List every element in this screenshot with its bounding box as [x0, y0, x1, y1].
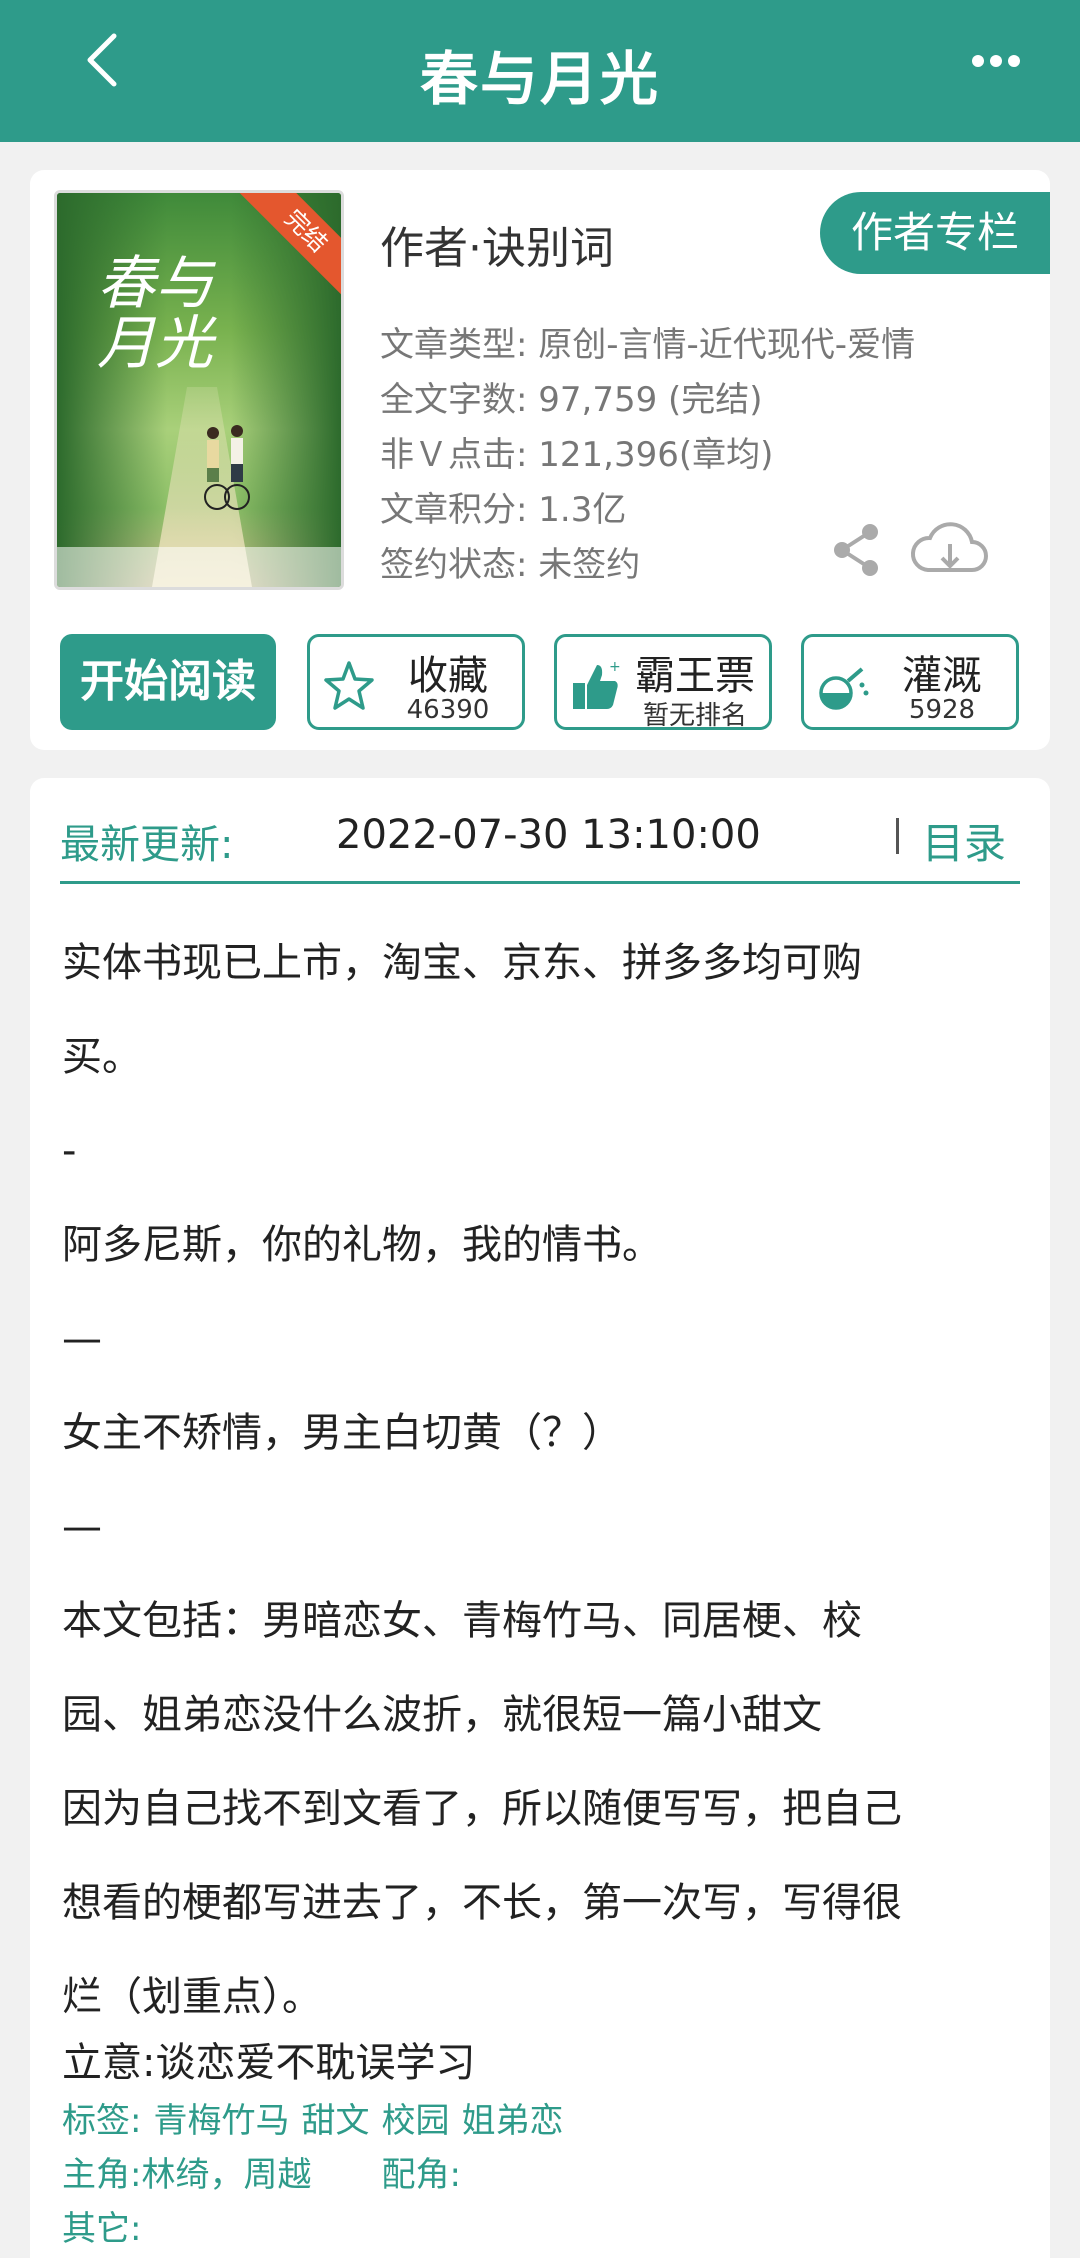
intro-card: 最新更新: 2022-07-30 13:10:00 目录 实体书现已上市，淘宝、… — [30, 778, 1050, 2258]
cover-bottom-band — [57, 547, 341, 587]
intro-line: 因为自己找不到文看了，所以随便写写，把自己 — [62, 1786, 902, 1832]
ticket-rank: 暂无排名 — [642, 701, 747, 731]
intro-line: 想看的梗都写进去了，不长，第一次写，写得很 — [62, 1880, 902, 1926]
latest-update-label: 最新更新: — [60, 822, 234, 868]
nutrient-button[interactable]: 灌溉 5928 — [801, 634, 1019, 730]
thumbs-up-icon: + — [573, 659, 621, 709]
more-icon-dot — [1008, 55, 1020, 67]
nutrient-label: 灌溉 — [902, 653, 982, 699]
download-icon[interactable] — [910, 520, 990, 580]
more-button[interactable] — [972, 52, 1032, 82]
share-icon[interactable] — [830, 522, 882, 578]
intro-line: 烂（划重点）。 — [62, 1974, 322, 2020]
book-info-card: 春与月光 完结 作者·诀别词 作者专栏 文章类型: 原创-言情-近代现代-爱情 … — [30, 170, 1050, 750]
tag-line: 标签: 青梅竹马 甜文 校园 姐弟恋 — [62, 2094, 575, 2148]
divider — [896, 818, 899, 854]
author-column-button[interactable]: 作者专栏 — [820, 192, 1050, 274]
main-roles-label: 主角: — [62, 2155, 142, 2195]
tag-item[interactable]: 校园 — [381, 2101, 449, 2141]
page-title: 春与月光 — [419, 45, 660, 113]
intro-line: 本文包括：男暗恋女、青梅竹马、同居梗、校 — [62, 1598, 862, 1644]
more-icon-dot — [990, 55, 1002, 67]
supporting-roles-label: 配角: — [381, 2155, 461, 2195]
intro-line: 阿多尼斯，你的礼物，我的情书。 — [62, 1222, 662, 1268]
roles-line: 主角:林绮，周越 配角: — [62, 2148, 575, 2202]
intro-text: 实体书现已上市，淘宝、京东、拼多多均可购 买。 - 阿多尼斯，你的礼物，我的情书… — [62, 916, 1020, 2044]
ticket-label: 霸王票 — [635, 653, 755, 699]
more-icon — [972, 55, 984, 67]
latest-update-time: 2022-07-30 13:10:00 — [336, 812, 761, 858]
nutrient-count: 5928 — [908, 695, 976, 725]
author-name[interactable]: 作者·诀别词 — [380, 212, 614, 276]
cover-title: 春与月光 — [97, 249, 214, 377]
intro-line: - — [62, 1128, 77, 1174]
intro-line: 买。 — [62, 1034, 142, 1080]
tags-label: 标签: — [62, 2101, 142, 2141]
intro-line: 女主不矫情，男主白切黄（？） — [62, 1410, 622, 1456]
intent-line: 立意:谈恋爱不耽误学习 — [62, 2040, 476, 2086]
favorite-label: 收藏 — [408, 653, 488, 699]
main-roles: 林绮，周越 — [141, 2155, 312, 2195]
intro-line: 实体书现已上市，淘宝、京东、拼多多均可购 — [62, 940, 862, 986]
ticket-button[interactable]: + 霸王票 暂无排名 — [554, 634, 772, 731]
intro-line: — — [62, 1504, 102, 1550]
top-bar: 春与月光 — [0, 0, 1080, 142]
cover-figures-icon — [204, 425, 250, 510]
star-icon — [324, 661, 374, 710]
meta-clicks: 非Ｖ点击: 121,396(章均) — [380, 435, 774, 475]
favorite-count: 46390 — [406, 695, 490, 725]
book-tags: 立意:谈恋爱不耽误学习 标签: 青梅竹马 甜文 校园 姐弟恋 主角:林绮，周越 配角: 其… — [62, 2032, 575, 2256]
meta-word-count: 全文字数: 97,759 (完结) — [380, 380, 763, 420]
intro-line: 园、姐弟恋没什么波折，就很短一篇小甜文 — [62, 1692, 822, 1738]
book-cover[interactable]: 春与月光 完结 — [54, 190, 344, 590]
meta-type: 文章类型: 原创-言情-近代现代-爱情 — [380, 325, 916, 365]
watering-can-icon — [819, 667, 869, 710]
tag-item[interactable]: 甜文 — [301, 2101, 369, 2141]
latest-update-row: 最新更新: 2022-07-30 13:10:00 目录 — [60, 798, 1020, 884]
start-reading-button[interactable]: 开始阅读 — [60, 634, 276, 730]
others-label: 其它: — [62, 2209, 142, 2249]
tag-item[interactable]: 姐弟恋 — [461, 2101, 563, 2141]
table-of-contents-link[interactable]: 目录 — [922, 810, 1006, 871]
svg-text:+: + — [609, 659, 621, 675]
favorite-button[interactable]: 收藏 46390 — [307, 634, 525, 730]
tag-item[interactable]: 青梅竹马 — [153, 2101, 289, 2141]
intro-line: — — [62, 1316, 102, 1362]
others-line: 其它: — [62, 2202, 575, 2256]
